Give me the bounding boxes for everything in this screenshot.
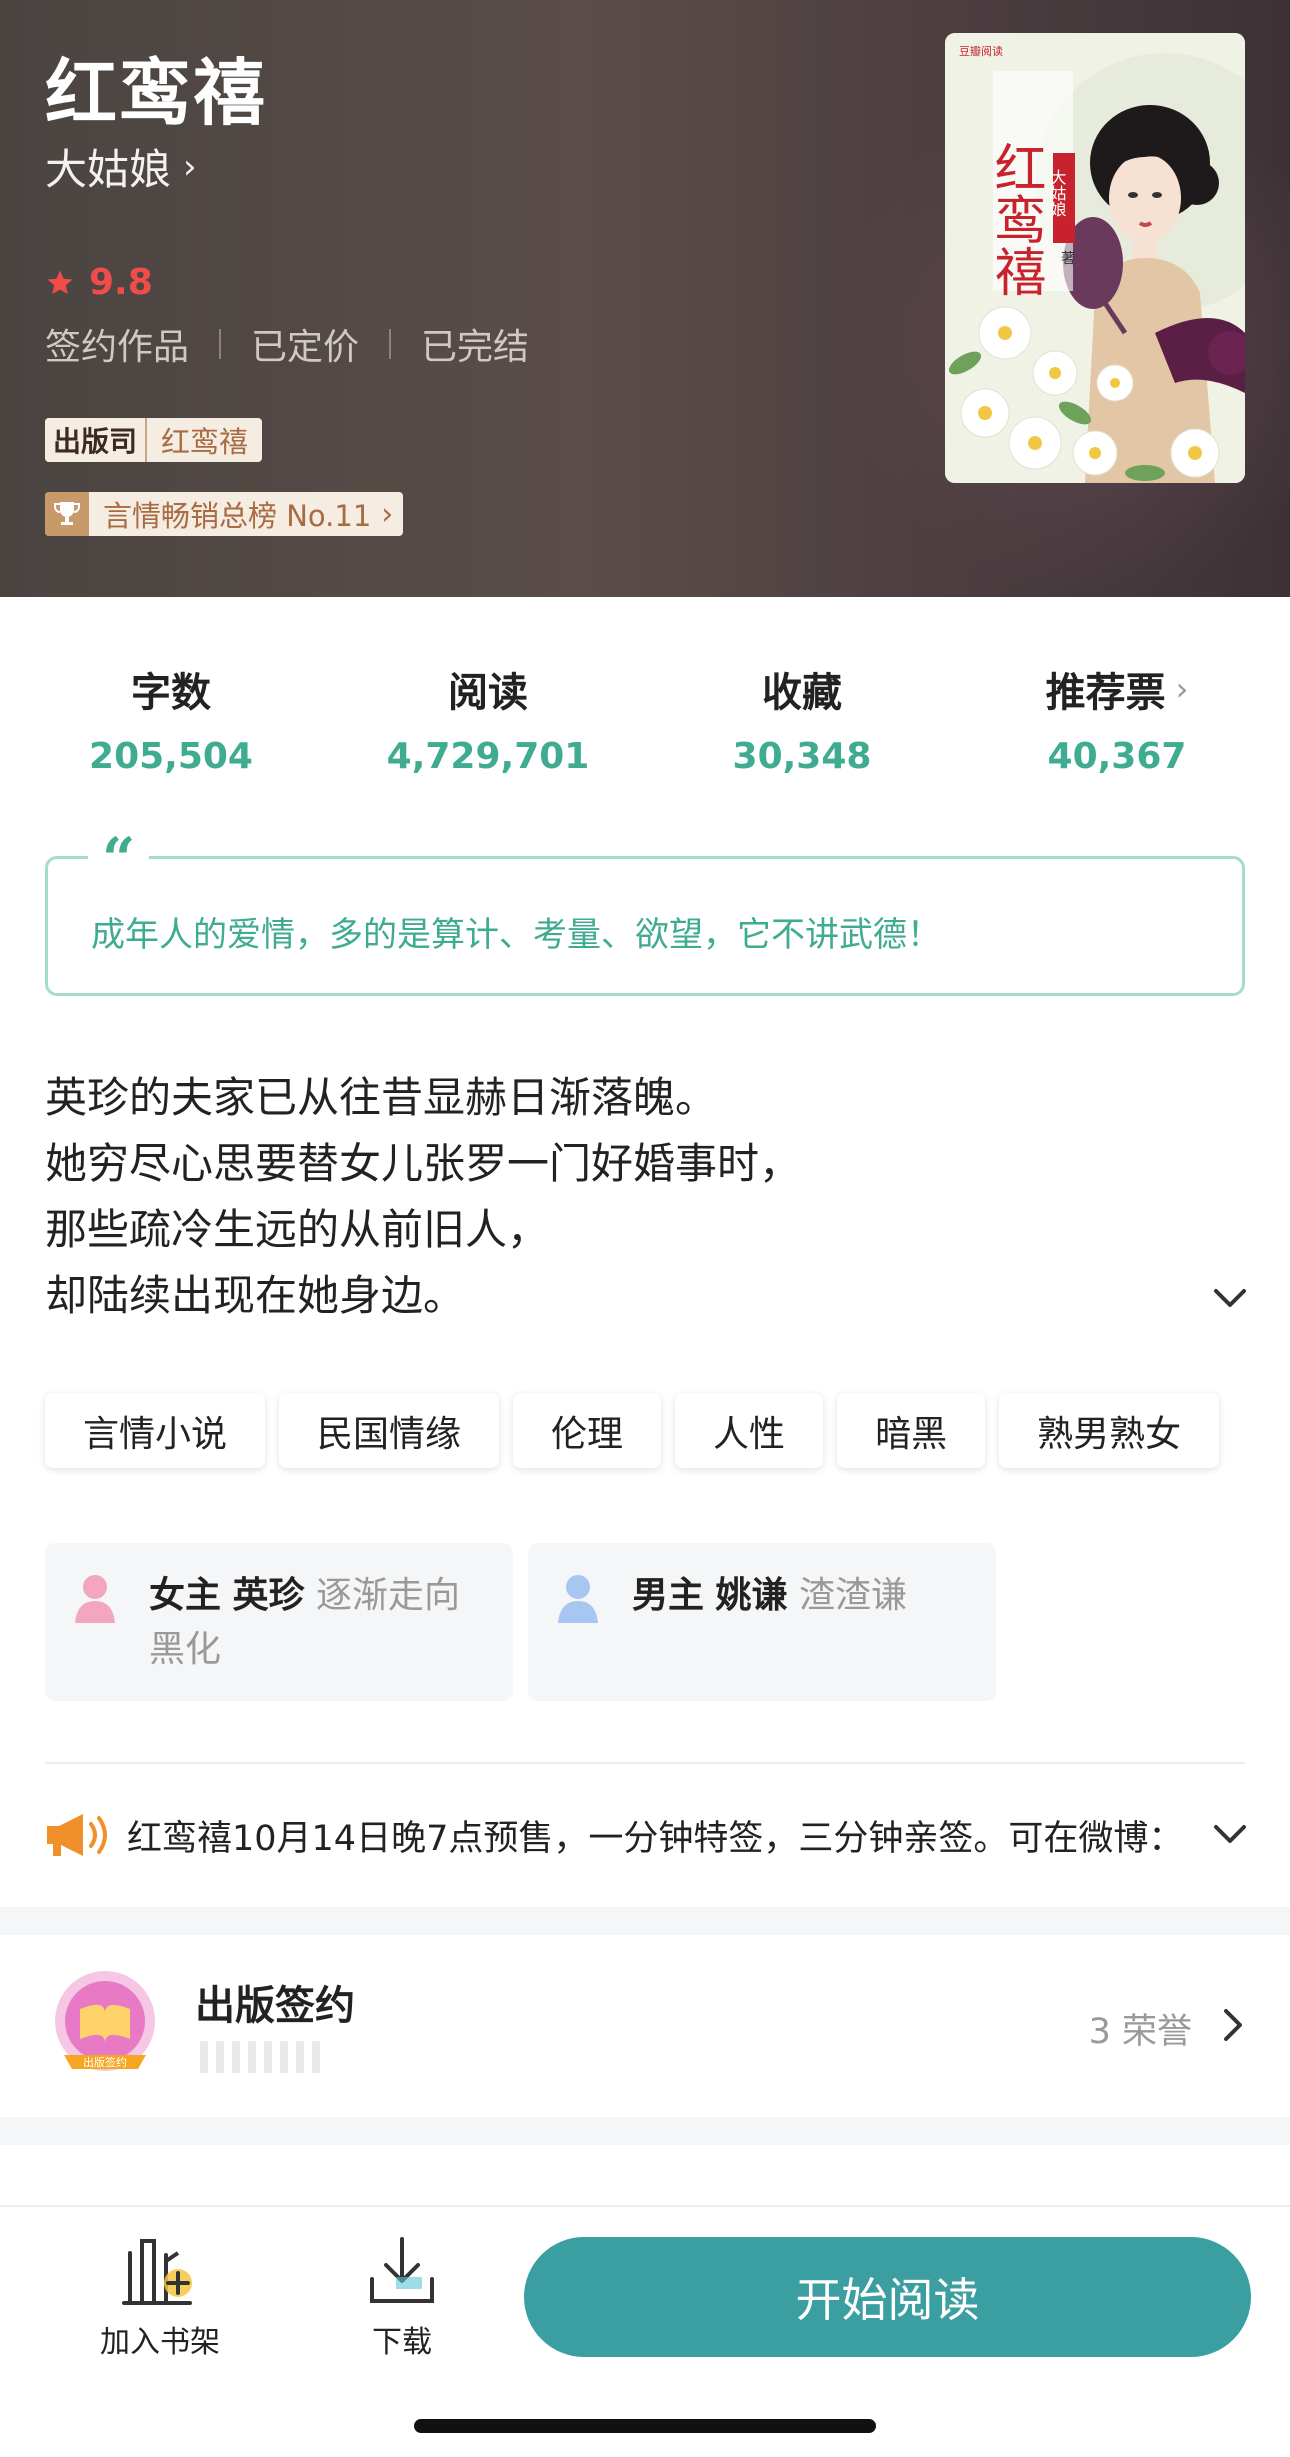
rating: 9.8: [45, 262, 153, 303]
chevron-down-icon[interactable]: [1210, 1283, 1250, 1313]
stat-label: 收藏: [762, 670, 842, 716]
tag-item[interactable]: 民国情缘: [279, 1393, 500, 1468]
book-stats: 字数 205,504 阅读 4,729,701 收藏 30,348 推荐票 › 4…: [0, 660, 1290, 777]
rating-score: 9.8: [89, 262, 153, 303]
download-label: 下载: [372, 2325, 432, 2360]
honor-title: 出版签约: [195, 1983, 355, 2029]
publisher-badge: 出版司 红鸾禧: [45, 418, 263, 462]
author-link[interactable]: 大姑娘 ›: [45, 136, 197, 197]
announcement-text: 红鸾禧10月14日晚7点预售，一分钟特签，三分钟亲签。可在微博：: [127, 1818, 1177, 1859]
synopsis-line: 她穷尽心思要替女儿张罗一门好婚事时，: [45, 1139, 802, 1188]
stat-label: 阅读: [448, 670, 528, 716]
stat-value: 4,729,701: [386, 736, 590, 777]
megaphone-icon: [47, 1814, 107, 1856]
stat-label: 字数: [131, 670, 211, 716]
chevron-down-icon[interactable]: [1210, 1819, 1250, 1849]
chevron-right-icon: ›: [1175, 670, 1189, 708]
download-icon: [370, 2237, 434, 2303]
stat-favorites: 收藏 30,348: [672, 660, 932, 777]
stat-word-count: 字数 205,504: [41, 660, 301, 777]
medal-text: 出版签约: [83, 2055, 127, 2069]
tagline-box: “ 成年人的爱情，多的是算计、考量、欲望，它不讲武德！: [45, 830, 1245, 996]
stat-reads: 阅读 4,729,701: [358, 660, 618, 777]
book-detail-page: 红鸾禧 大姑娘 › 9.8 签约作品 已定价 已完结 出版司 红鸾禧 言情畅销总…: [0, 0, 1290, 2457]
tagline-text: 成年人的爱情，多的是算计、考量、欲望，它不讲武德！: [91, 915, 941, 955]
character-trait: 渣渣谦: [798, 1575, 907, 1616]
tag-item[interactable]: 言情小说: [45, 1393, 266, 1468]
star-icon: [47, 270, 73, 294]
meta-priced: 已定价: [251, 327, 360, 368]
character-card-female[interactable]: 女主 英珍 逐渐走向 黑化: [45, 1543, 513, 1701]
book-title: 红鸾禧: [45, 51, 268, 135]
ranking-text: 言情畅销总榜 No.11: [103, 499, 372, 533]
character-desc: 男主 姚谦 渣渣谦: [632, 1569, 907, 1623]
book-header: 红鸾禧 大姑娘 › 9.8 签约作品 已定价 已完结 出版司 红鸾禧 言情畅销总…: [0, 0, 1290, 597]
divider: [45, 1762, 1245, 1764]
trophy-icon: [45, 492, 89, 536]
character-name: 英珍: [232, 1575, 305, 1616]
cover-brand: 豆瓣阅读: [959, 44, 1003, 58]
honor-count: 3 荣誉: [1088, 2012, 1192, 2052]
honor-row[interactable]: 出版签约 出版签约 3 荣誉: [0, 1935, 1290, 2117]
tag-item[interactable]: 人性: [675, 1393, 824, 1468]
quote-icon: “: [88, 830, 150, 888]
stat-recommend-votes[interactable]: 推荐票 › 40,367: [987, 660, 1247, 777]
male-avatar-icon: [558, 1575, 598, 1623]
bottom-action-bar: 加入书架 下载 开始阅读: [0, 2205, 1290, 2457]
chevron-right-icon: [1224, 2009, 1242, 2041]
synopsis-line: 英珍的夫家已从往昔显赫日渐落魄。: [45, 1073, 718, 1122]
publish-medal-icon: 出版签约: [55, 1971, 155, 2071]
synopsis-line: 却陆续出现在她身边。: [45, 1271, 466, 1320]
announcement[interactable]: 红鸾禧10月14日晚7点预售，一分钟特签，三分钟亲签。可在微博：: [45, 1805, 1250, 1865]
meta-signed: 签约作品: [45, 327, 190, 368]
add-to-shelf-label: 加入书架: [100, 2325, 220, 2360]
meta-divider: [389, 329, 392, 359]
tag-list: 言情小说 民国情缘 伦理 人性 暗黑 熟男熟女: [45, 1393, 1220, 1468]
cover-title: 红鸾禧: [985, 141, 1045, 297]
add-to-shelf-button[interactable]: 加入书架: [98, 2233, 222, 2361]
character-card-male[interactable]: 男主 姚谦 渣渣谦: [528, 1543, 996, 1701]
meta-completed: 已完结: [421, 327, 530, 368]
synopsis: 英珍的夫家已从往昔显赫日渐落魄。 她穷尽心思要替女儿张罗一门好婚事时， 那些疏冷…: [45, 1065, 1195, 1329]
start-reading-button[interactable]: 开始阅读: [524, 2237, 1251, 2357]
tag-item[interactable]: 伦理: [513, 1393, 662, 1468]
stat-value: 205,504: [89, 736, 253, 777]
character-role: 男主: [632, 1575, 705, 1616]
section-gap: [0, 2117, 1290, 2145]
stat-label: 推荐票: [1045, 670, 1166, 716]
publisher-logo: 出版司: [45, 418, 148, 462]
tag-item[interactable]: 暗黑: [837, 1393, 986, 1468]
section-gap: [0, 1907, 1290, 1935]
author-name: 大姑娘: [45, 145, 172, 194]
honor-placeholder: [200, 2041, 410, 2073]
character-desc: 女主 英珍 逐渐走向 黑化: [149, 1569, 460, 1677]
bookshelf-add-icon: [122, 2239, 192, 2305]
chevron-right-icon: ›: [381, 496, 394, 532]
female-avatar-icon: [75, 1575, 115, 1623]
stat-value: 30,348: [732, 736, 872, 777]
cover-author: 大姑娘: [1048, 169, 1067, 217]
cover-suffix: 著: [1061, 251, 1075, 267]
character-trait: 逐渐走向: [315, 1575, 460, 1616]
book-cover[interactable]: 红鸾禧 大姑娘 著 豆瓣阅读: [945, 33, 1245, 483]
character-role: 女主: [149, 1575, 222, 1616]
character-trait-cont: 黑化: [149, 1629, 222, 1670]
stat-value: 40,367: [1047, 736, 1187, 777]
character-name: 姚谦: [715, 1575, 788, 1616]
home-indicator: [414, 2419, 876, 2433]
publisher-name: 红鸾禧: [161, 425, 249, 459]
download-button[interactable]: 下载: [352, 2233, 452, 2361]
meta-divider: [219, 329, 222, 359]
book-meta: 签约作品 已定价 已完结: [45, 318, 529, 370]
ranking-badge[interactable]: 言情畅销总榜 No.11 ›: [45, 492, 404, 536]
chevron-right-icon: ›: [183, 146, 197, 187]
synopsis-line: 那些疏冷生远的从前旧人，: [45, 1205, 550, 1254]
tag-item[interactable]: 熟男熟女: [999, 1393, 1220, 1468]
